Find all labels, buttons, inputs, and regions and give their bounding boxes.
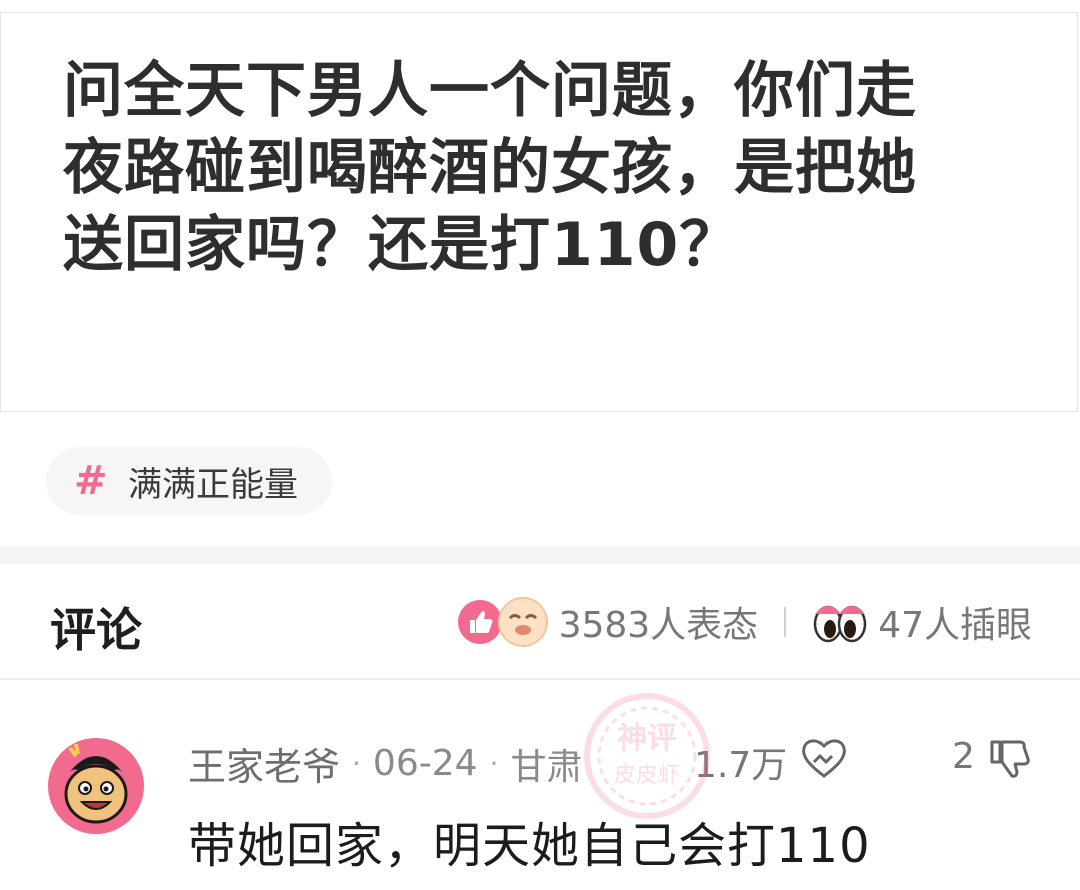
svg-text:神评: 神评 — [617, 721, 677, 756]
separator-dot: · — [489, 747, 499, 780]
separator-dot: · — [352, 747, 361, 780]
avatar[interactable] — [46, 736, 146, 840]
thumbs-down-icon[interactable] — [988, 738, 1032, 784]
separator — [784, 607, 787, 637]
hash-icon: # — [74, 458, 108, 504]
like-heart-icon[interactable] — [800, 736, 848, 784]
reactions-summary[interactable]: 3583人表态 47人插眼 — [457, 596, 1032, 648]
post-text-line: 送回家吗？还是打110？ — [63, 210, 741, 280]
comments-title: 评论 — [50, 603, 142, 657]
comments-header: 评论 3583人表态 47人插眼 — [0, 564, 1080, 678]
svg-text:皮皮虾: 皮皮虾 — [614, 763, 680, 788]
god-comment-stamp: 神评 皮皮虾 — [572, 686, 722, 830]
watchers-count: 47人插眼 — [878, 605, 1032, 646]
topic-tag[interactable]: # 满满正能量 — [46, 447, 332, 515]
eyes-icon — [812, 600, 868, 644]
post-question-text: 问全天下男人一个问题，你们走 夜路碰到喝醉酒的女孩，是把她 送回家吗？还是打11… — [63, 53, 1023, 284]
section-divider — [0, 546, 1080, 564]
comment-item[interactable]: 王家老爷 · 06-24 · 甘肃 1.7万 2 带她回家，明天她自己会打110 — [0, 680, 1080, 890]
comment-username[interactable]: 王家老爷 — [188, 736, 340, 791]
post-text-line: 问全天下男人一个问题，你们走 — [63, 56, 917, 126]
comment-meta: 王家老爷 · 06-24 · 甘肃 — [188, 736, 582, 791]
smiling-face-reaction-icon — [497, 596, 549, 648]
post-text-line: 夜路碰到喝醉酒的女孩，是把她 — [63, 133, 917, 203]
dislike-count: 2 — [952, 736, 975, 777]
post-content-card[interactable]: 问全天下男人一个问题，你们走 夜路碰到喝醉酒的女孩，是把她 送回家吗？还是打11… — [0, 12, 1078, 412]
comment-text: 带她回家，明天她自己会打110 — [188, 818, 871, 874]
topic-tag-label: 满满正能量 — [128, 464, 298, 505]
reactions-count: 3583人表态 — [558, 605, 759, 646]
comment-date: 06-24 — [372, 743, 478, 784]
